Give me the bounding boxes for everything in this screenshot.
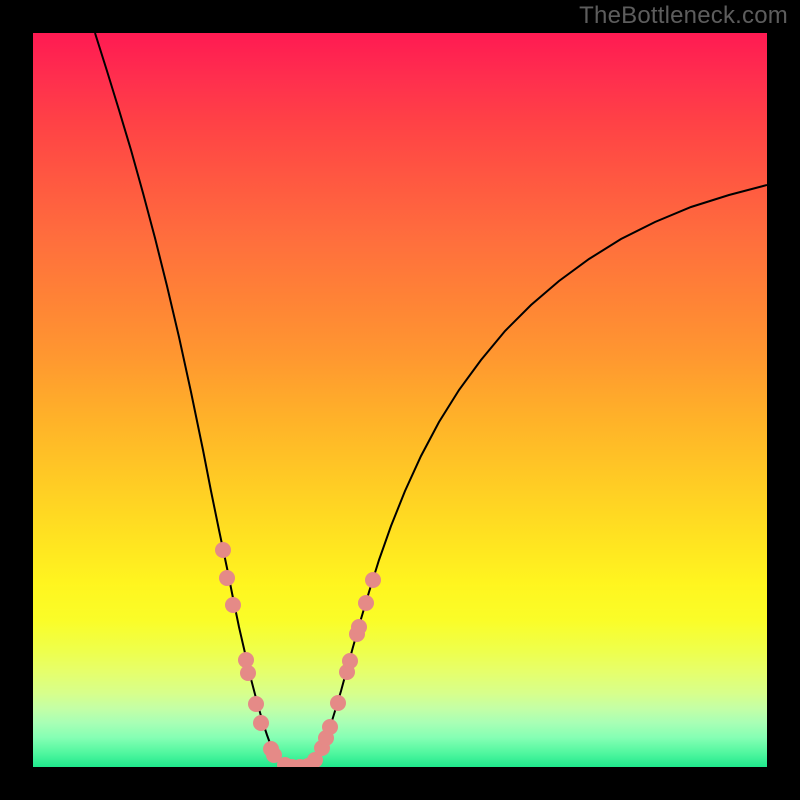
data-marker (215, 542, 231, 558)
data-marker (358, 595, 374, 611)
data-marker (342, 653, 358, 669)
data-marker (322, 719, 338, 735)
data-marker (219, 570, 235, 586)
data-markers (215, 542, 381, 767)
data-marker (248, 696, 264, 712)
plot-area (33, 33, 767, 767)
data-marker (351, 619, 367, 635)
chart-svg (33, 33, 767, 767)
data-marker (225, 597, 241, 613)
chart-frame: TheBottleneck.com (0, 0, 800, 800)
data-marker (240, 665, 256, 681)
data-marker (253, 715, 269, 731)
data-marker (330, 695, 346, 711)
watermark-text: TheBottleneck.com (579, 2, 788, 30)
bottleneck-curve (95, 33, 767, 767)
data-marker (365, 572, 381, 588)
